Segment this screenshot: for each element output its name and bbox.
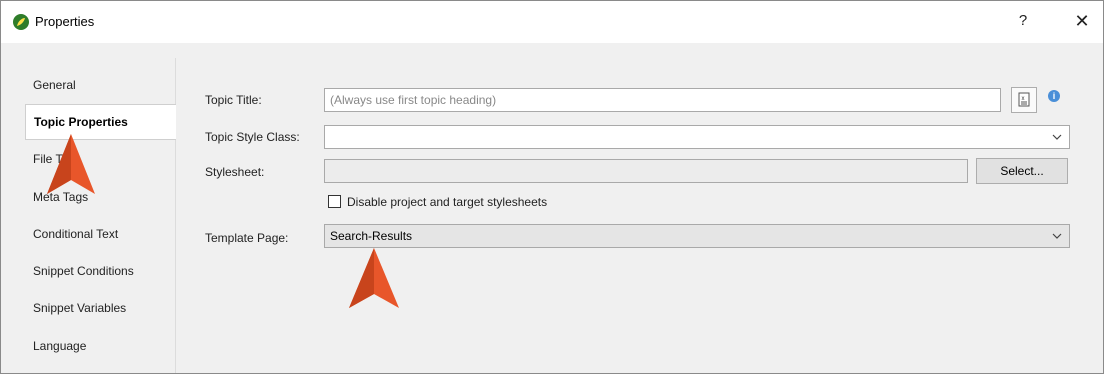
edit-title-button[interactable]: x	[1011, 87, 1037, 113]
stylesheet-label: Stylesheet:	[205, 165, 265, 179]
topic-title-placeholder: (Always use first topic heading)	[330, 93, 497, 107]
app-logo-icon	[13, 14, 29, 30]
select-stylesheet-button[interactable]: Select...	[976, 158, 1068, 184]
topic-style-class-label: Topic Style Class:	[205, 130, 300, 144]
sidebar-item-file-tags[interactable]: File Tags	[19, 142, 175, 176]
window-title: Properties	[35, 14, 95, 29]
sidebar-item-general[interactable]: General	[19, 68, 175, 102]
close-button[interactable]: ✕	[1067, 9, 1097, 33]
sidebar-item-meta-tags[interactable]: Meta Tags	[19, 180, 175, 214]
sidebar-item-conditional-text[interactable]: Conditional Text	[19, 217, 175, 251]
topic-properties-panel: Topic Title: (Always use first topic hea…	[176, 57, 1103, 373]
chevron-down-icon	[1052, 233, 1062, 239]
callout-arrow-icon	[47, 134, 95, 194]
info-icon[interactable]: i	[1048, 90, 1060, 102]
callout-arrow-icon	[349, 248, 399, 308]
disable-stylesheets-checkbox[interactable]	[328, 195, 341, 208]
template-page-value: Search-Results	[330, 229, 413, 243]
chevron-down-icon	[1052, 134, 1062, 140]
stylesheet-input[interactable]	[324, 159, 968, 183]
disable-stylesheets-label: Disable project and target stylesheets	[347, 195, 548, 209]
template-page-select[interactable]: Search-Results	[324, 224, 1070, 248]
svg-text:x: x	[1022, 96, 1025, 102]
sidebar-item-snippet-conditions[interactable]: Snippet Conditions	[19, 254, 175, 288]
topic-title-input[interactable]: (Always use first topic heading)	[324, 88, 1001, 112]
properties-dialog: Properties ? ✕ General Topic Properties …	[0, 0, 1104, 374]
title-bar: Properties ? ✕	[1, 1, 1103, 43]
topic-title-label: Topic Title:	[205, 93, 262, 107]
sidebar-item-snippet-variables[interactable]: Snippet Variables	[19, 291, 175, 325]
sidebar-item-language[interactable]: Language	[19, 329, 175, 363]
document-icon: x	[1018, 92, 1030, 107]
dialog-body: General Topic Properties File Tags Meta …	[1, 43, 1103, 373]
sidebar: General Topic Properties File Tags Meta …	[19, 58, 176, 373]
help-button[interactable]: ?	[1009, 9, 1037, 33]
template-page-label: Template Page:	[205, 231, 289, 245]
topic-style-class-select[interactable]	[324, 125, 1070, 149]
